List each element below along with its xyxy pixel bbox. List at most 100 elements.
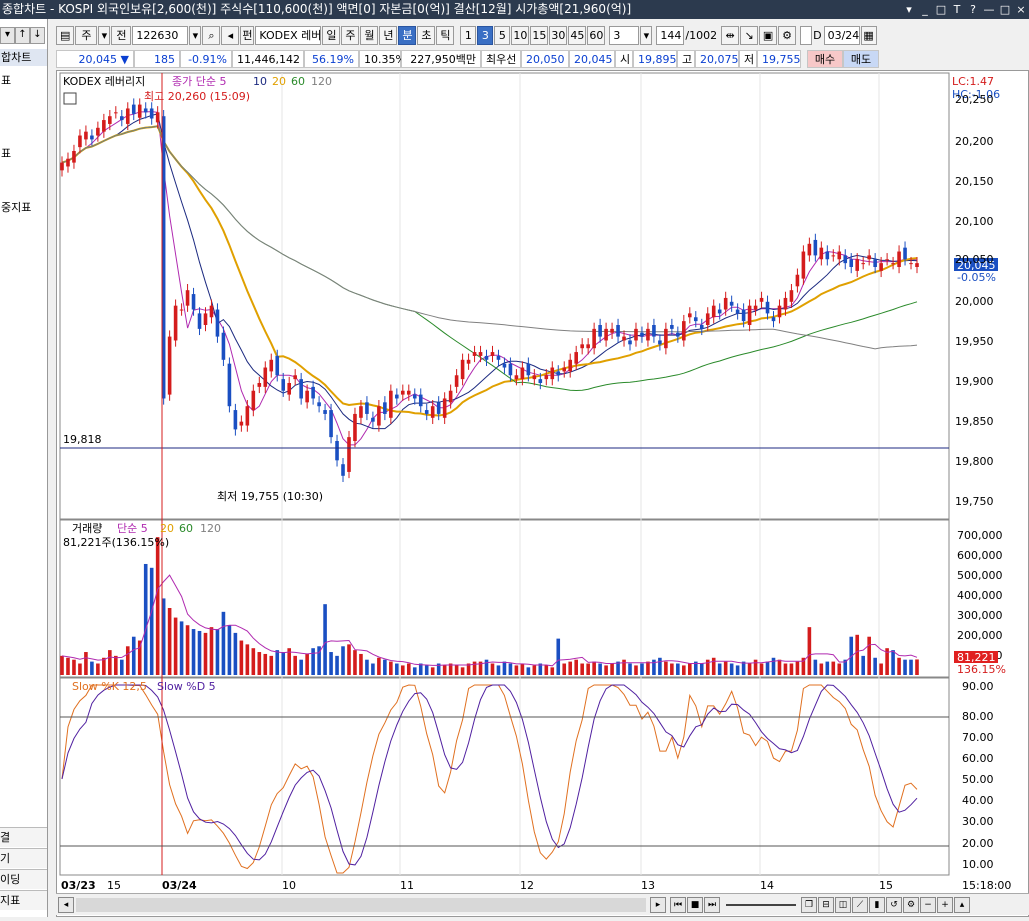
volume-bar[interactable] [915,659,919,675]
volume-bar[interactable] [173,617,178,675]
candle[interactable] [879,263,883,271]
chart-svg[interactable]: 19,818 KODEX 레버리지 종가 단순 5 10 20 60 120 최… [57,71,1029,918]
interval-3[interactable]: 3 [477,25,494,45]
volume-bar[interactable] [442,665,447,675]
scroll-track[interactable] [76,898,646,912]
candle[interactable] [747,305,752,325]
candle[interactable] [849,259,854,267]
volume-bar[interactable] [72,659,76,675]
candle[interactable] [795,274,800,287]
volume-bar[interactable] [610,663,614,675]
volume-bar[interactable] [879,663,883,675]
volume-bar[interactable] [66,657,70,675]
save-icon[interactable]: ▣ [759,25,778,45]
candle[interactable] [239,421,244,426]
candle[interactable] [269,359,274,372]
volume-bar[interactable] [873,657,877,675]
candle[interactable] [622,336,626,341]
volume-bar[interactable] [263,653,268,675]
candle[interactable] [257,383,262,387]
date-input[interactable]: 03/24 [823,25,860,45]
scroll-right-button[interactable]: ▸ [650,897,666,913]
candle[interactable] [652,325,656,337]
volume-bar[interactable] [592,661,596,675]
volume-bar[interactable] [191,629,196,675]
volume-bar[interactable] [96,663,100,675]
dropdown-icon[interactable]: ▾ [901,0,917,19]
candle[interactable] [831,255,836,257]
volume-bar[interactable] [454,665,459,675]
volume-bar[interactable] [430,667,435,675]
draw-icon[interactable]: ↘ [740,25,759,45]
candle[interactable] [448,390,453,403]
volume-bar[interactable] [424,665,429,675]
candle[interactable] [550,367,555,380]
candle[interactable] [377,406,381,426]
volume-bar[interactable] [143,563,148,675]
volume-bar[interactable] [729,663,734,675]
volume-bar[interactable] [490,663,495,675]
last-page-icon[interactable]: ⏭ [704,897,720,913]
candle[interactable] [227,363,232,407]
volume-bar[interactable] [78,663,82,675]
buy-button[interactable]: 매수 [807,50,843,68]
volume-bar[interactable] [311,648,315,675]
volume-bar[interactable] [119,659,124,675]
tab-day[interactable]: 일 [322,25,341,45]
candle[interactable] [634,328,638,341]
first-page-icon[interactable]: ⏮ [670,897,686,913]
candle[interactable] [191,294,196,310]
interval-5[interactable]: 5 [494,25,511,45]
plus-icon[interactable]: + [937,897,953,913]
move-up-button[interactable]: ↑ [15,27,30,44]
split-icon[interactable]: ⊟ [818,897,834,913]
volume-bar[interactable] [676,663,680,675]
volume-bar[interactable] [544,665,549,675]
maximize-button[interactable]: □ [997,0,1013,19]
candle[interactable] [735,309,740,314]
candle[interactable] [520,367,525,380]
candle[interactable] [395,394,399,399]
volume-bar[interactable] [131,636,136,675]
volume-bar[interactable] [783,663,788,675]
volume-bar[interactable] [305,653,309,675]
volume-bar[interactable] [861,655,865,675]
volume-bar[interactable] [496,665,501,675]
candle[interactable] [221,332,226,360]
close-button[interactable]: × [1013,0,1029,19]
tab-year[interactable]: 년 [379,25,398,45]
candle[interactable] [789,290,794,302]
volume-bar[interactable] [90,661,94,675]
candle[interactable] [556,371,561,376]
volume-bar[interactable] [646,661,650,675]
volume-bar[interactable] [634,665,638,675]
candle[interactable] [628,340,632,345]
candle[interactable] [430,406,435,418]
volume-bar[interactable] [251,648,256,675]
candle[interactable] [759,297,764,302]
chart-type-icon[interactable]: ◫ [835,897,851,913]
volume-bar[interactable] [837,663,842,675]
candle[interactable] [245,406,250,426]
volume-bar[interactable] [717,663,722,675]
candle[interactable] [424,410,429,414]
candle[interactable] [353,413,357,441]
chevron-down-icon[interactable]: ▾ [640,25,653,45]
candle[interactable] [185,290,190,306]
volume-bar[interactable] [353,650,357,675]
volume-bar[interactable] [395,663,399,675]
volume-bar[interactable] [203,632,208,675]
candle[interactable] [293,375,297,380]
volume-bar[interactable] [383,659,387,675]
chevron-down-icon[interactable]: ▾ [98,25,111,45]
candle[interactable] [460,359,465,380]
zoom-icon[interactable]: ⇹ [721,25,740,45]
candle[interactable] [347,437,351,472]
candle[interactable] [108,116,112,124]
volume-bar[interactable] [664,661,668,675]
line-icon[interactable]: ⟋ [852,897,868,913]
candle[interactable] [813,239,818,256]
series-select[interactable]: 전 [111,25,132,45]
volume-bar[interactable] [598,663,602,675]
volume-bar[interactable] [628,663,632,675]
